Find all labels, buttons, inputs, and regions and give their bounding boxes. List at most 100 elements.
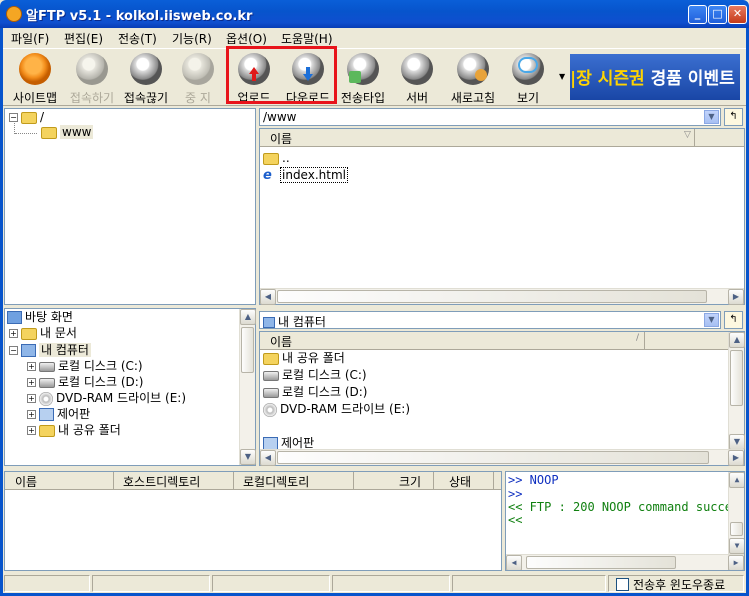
dropdown-arrow-icon[interactable]: ▼ <box>704 313 719 327</box>
tree-item-my-computer[interactable]: − 내 컴퓨터 <box>9 342 91 359</box>
log-line: << <box>508 513 523 527</box>
expand-icon[interactable]: + <box>27 394 36 403</box>
expand-icon[interactable]: + <box>27 410 36 419</box>
queue-column-host-dir[interactable]: 호스트디렉토리 <box>123 473 200 490</box>
local-list-header: 이름 / <box>260 332 728 350</box>
local-file-list: 이름 / 내 공유 폴더 로컬 디스크 (C:) 로컬 디스크 (D:) DVD… <box>259 331 745 466</box>
local-list-vscrollbar[interactable]: ▲ ▼ <box>728 332 745 450</box>
disconnect-button[interactable]: 접속끊기 <box>119 51 173 105</box>
remote-file-list: 이름 ▽ .. e index.html ◀ ▶ <box>259 128 745 305</box>
refresh-button[interactable]: 새로고침 <box>446 51 500 105</box>
local-tree-vscrollbar[interactable]: ▲ ▼ <box>239 309 256 465</box>
status-bar: 전송후 윈도우종료 <box>3 574 746 593</box>
transfer-type-icon <box>347 53 379 85</box>
tree-item-shared-folder[interactable]: + 내 공유 폴더 <box>27 422 121 439</box>
menu-file[interactable]: 파일(F) <box>11 30 49 47</box>
remote-tree-panel: − / www <box>4 108 256 305</box>
connect-icon <box>76 53 108 85</box>
sitemap-icon <box>19 53 51 85</box>
transfer-type-button[interactable]: 전송타입 <box>337 51 389 105</box>
list-item[interactable]: DVD-RAM 드라이브 (E:) <box>263 401 410 418</box>
collapse-icon[interactable]: − <box>9 113 18 122</box>
list-item[interactable]: e index.html <box>263 167 348 184</box>
tree-item-drive-c[interactable]: + 로컬 디스크 (C:) <box>27 358 143 375</box>
column-name[interactable]: 이름 <box>270 130 292 147</box>
local-list-hscrollbar[interactable]: ◀ ▶ <box>260 449 744 466</box>
menu-help[interactable]: 도움말(H) <box>281 30 333 47</box>
expand-icon[interactable]: + <box>27 378 36 387</box>
computer-icon <box>263 317 275 328</box>
drive-icon <box>263 387 279 398</box>
scroll-up-icon[interactable]: ▲ <box>240 309 256 325</box>
expand-icon[interactable]: + <box>27 362 36 371</box>
expand-icon[interactable]: + <box>27 426 36 435</box>
scroll-right-icon[interactable]: ▶ <box>728 450 744 466</box>
log-hscrollbar[interactable]: ◀ ▶ <box>506 554 744 570</box>
refresh-icon <box>457 53 489 85</box>
list-item[interactable]: .. <box>263 150 290 167</box>
scroll-right-icon[interactable]: ▶ <box>728 555 744 570</box>
expand-icon[interactable]: + <box>9 329 18 338</box>
maximize-button[interactable]: □ <box>708 5 727 24</box>
local-parent-folder-button[interactable]: ↰ <box>724 311 743 329</box>
queue-column-size[interactable]: 크기 <box>399 473 421 490</box>
close-after-transfer-option[interactable]: 전송후 윈도우종료 <box>608 575 744 592</box>
column-name[interactable]: 이름 <box>270 333 292 350</box>
tree-item-drive-e[interactable]: + DVD-RAM 드라이브 (E:) <box>27 390 186 407</box>
scroll-left-icon[interactable]: ◀ <box>260 450 276 466</box>
log-panel: >> NOOP >> << FTP : 200 NOOP command suc… <box>505 471 745 571</box>
tree-item-www[interactable]: www <box>41 124 94 141</box>
tree-item-control-panel[interactable]: + 제어판 <box>27 406 90 423</box>
title-bar[interactable]: 알FTP v5.1 - kolkol.iisweb.co.kr _ □ ✕ <box>0 0 749 28</box>
queue-header: 이름 호스트디렉토리 로컬디렉토리 크기 상태 <box>5 472 501 490</box>
server-button[interactable]: 서버 <box>397 51 437 105</box>
control-panel-icon <box>39 408 54 421</box>
sitemap-button[interactable]: 사이트맵 <box>7 51 63 105</box>
scroll-up-icon[interactable]: ▲ <box>729 332 745 348</box>
remote-hscrollbar[interactable]: ◀ ▶ <box>260 288 744 305</box>
desktop-icon <box>7 311 22 324</box>
menu-transfer[interactable]: 전송(T) <box>118 30 157 47</box>
dropdown-arrow-icon[interactable]: ▼ <box>704 110 719 124</box>
stop-button[interactable]: 중 지 <box>175 51 221 105</box>
local-path-combo[interactable]: 내 컴퓨터 ▼ <box>259 311 721 329</box>
list-item[interactable]: 로컬 디스크 (C:) <box>263 367 367 384</box>
queue-column-local-dir[interactable]: 로컬디렉토리 <box>243 473 309 490</box>
drive-icon <box>39 377 55 388</box>
minimize-button[interactable]: _ <box>688 5 707 24</box>
dvd-icon <box>39 391 53 406</box>
collapse-icon[interactable]: − <box>9 346 18 355</box>
window-title: 알FTP v5.1 - kolkol.iisweb.co.kr <box>26 9 253 24</box>
list-item[interactable]: 내 공유 폴더 <box>263 350 345 367</box>
tree-item-my-documents[interactable]: + 내 문서 <box>9 325 77 342</box>
queue-column-status[interactable]: 상태 <box>449 473 471 490</box>
close-after-transfer-checkbox[interactable] <box>616 578 629 591</box>
remote-parent-folder-button[interactable]: ↰ <box>724 108 743 126</box>
scroll-left-icon[interactable]: ◀ <box>260 289 276 305</box>
computer-icon <box>21 344 36 357</box>
remote-path-combo[interactable]: /www ▼ <box>259 108 721 126</box>
close-button[interactable]: ✕ <box>728 5 747 24</box>
scroll-left-icon[interactable]: ◀ <box>506 555 522 570</box>
toolbar-overflow-arrow[interactable]: ▼ <box>559 72 565 81</box>
scroll-up-icon[interactable]: ▲ <box>729 472 744 488</box>
server-icon <box>401 53 433 85</box>
connect-button[interactable]: 접속하기 <box>63 51 121 105</box>
log-vscrollbar[interactable]: ▲ ▼ <box>728 472 744 554</box>
scroll-down-icon[interactable]: ▼ <box>729 434 745 450</box>
menu-function[interactable]: 기능(R) <box>172 30 212 47</box>
ad-banner[interactable]: |장 시즌권 경품 이벤트 <box>570 54 740 100</box>
tree-item-drive-d[interactable]: + 로컬 디스크 (D:) <box>27 374 143 391</box>
highlight-box <box>226 46 337 104</box>
scroll-right-icon[interactable]: ▶ <box>728 289 744 305</box>
shared-folder-icon <box>39 424 55 437</box>
list-item[interactable]: 로컬 디스크 (D:) <box>263 384 367 401</box>
tree-item-desktop[interactable]: 바탕 화면 <box>7 309 73 326</box>
stop-icon <box>182 53 214 85</box>
queue-column-name[interactable]: 이름 <box>15 473 37 490</box>
menu-edit[interactable]: 편집(E) <box>64 30 103 47</box>
menu-options[interactable]: 옵션(O) <box>226 30 267 47</box>
scroll-down-icon[interactable]: ▼ <box>240 449 256 465</box>
scroll-down-icon[interactable]: ▼ <box>729 538 744 554</box>
view-button[interactable]: 보기 <box>506 51 550 105</box>
